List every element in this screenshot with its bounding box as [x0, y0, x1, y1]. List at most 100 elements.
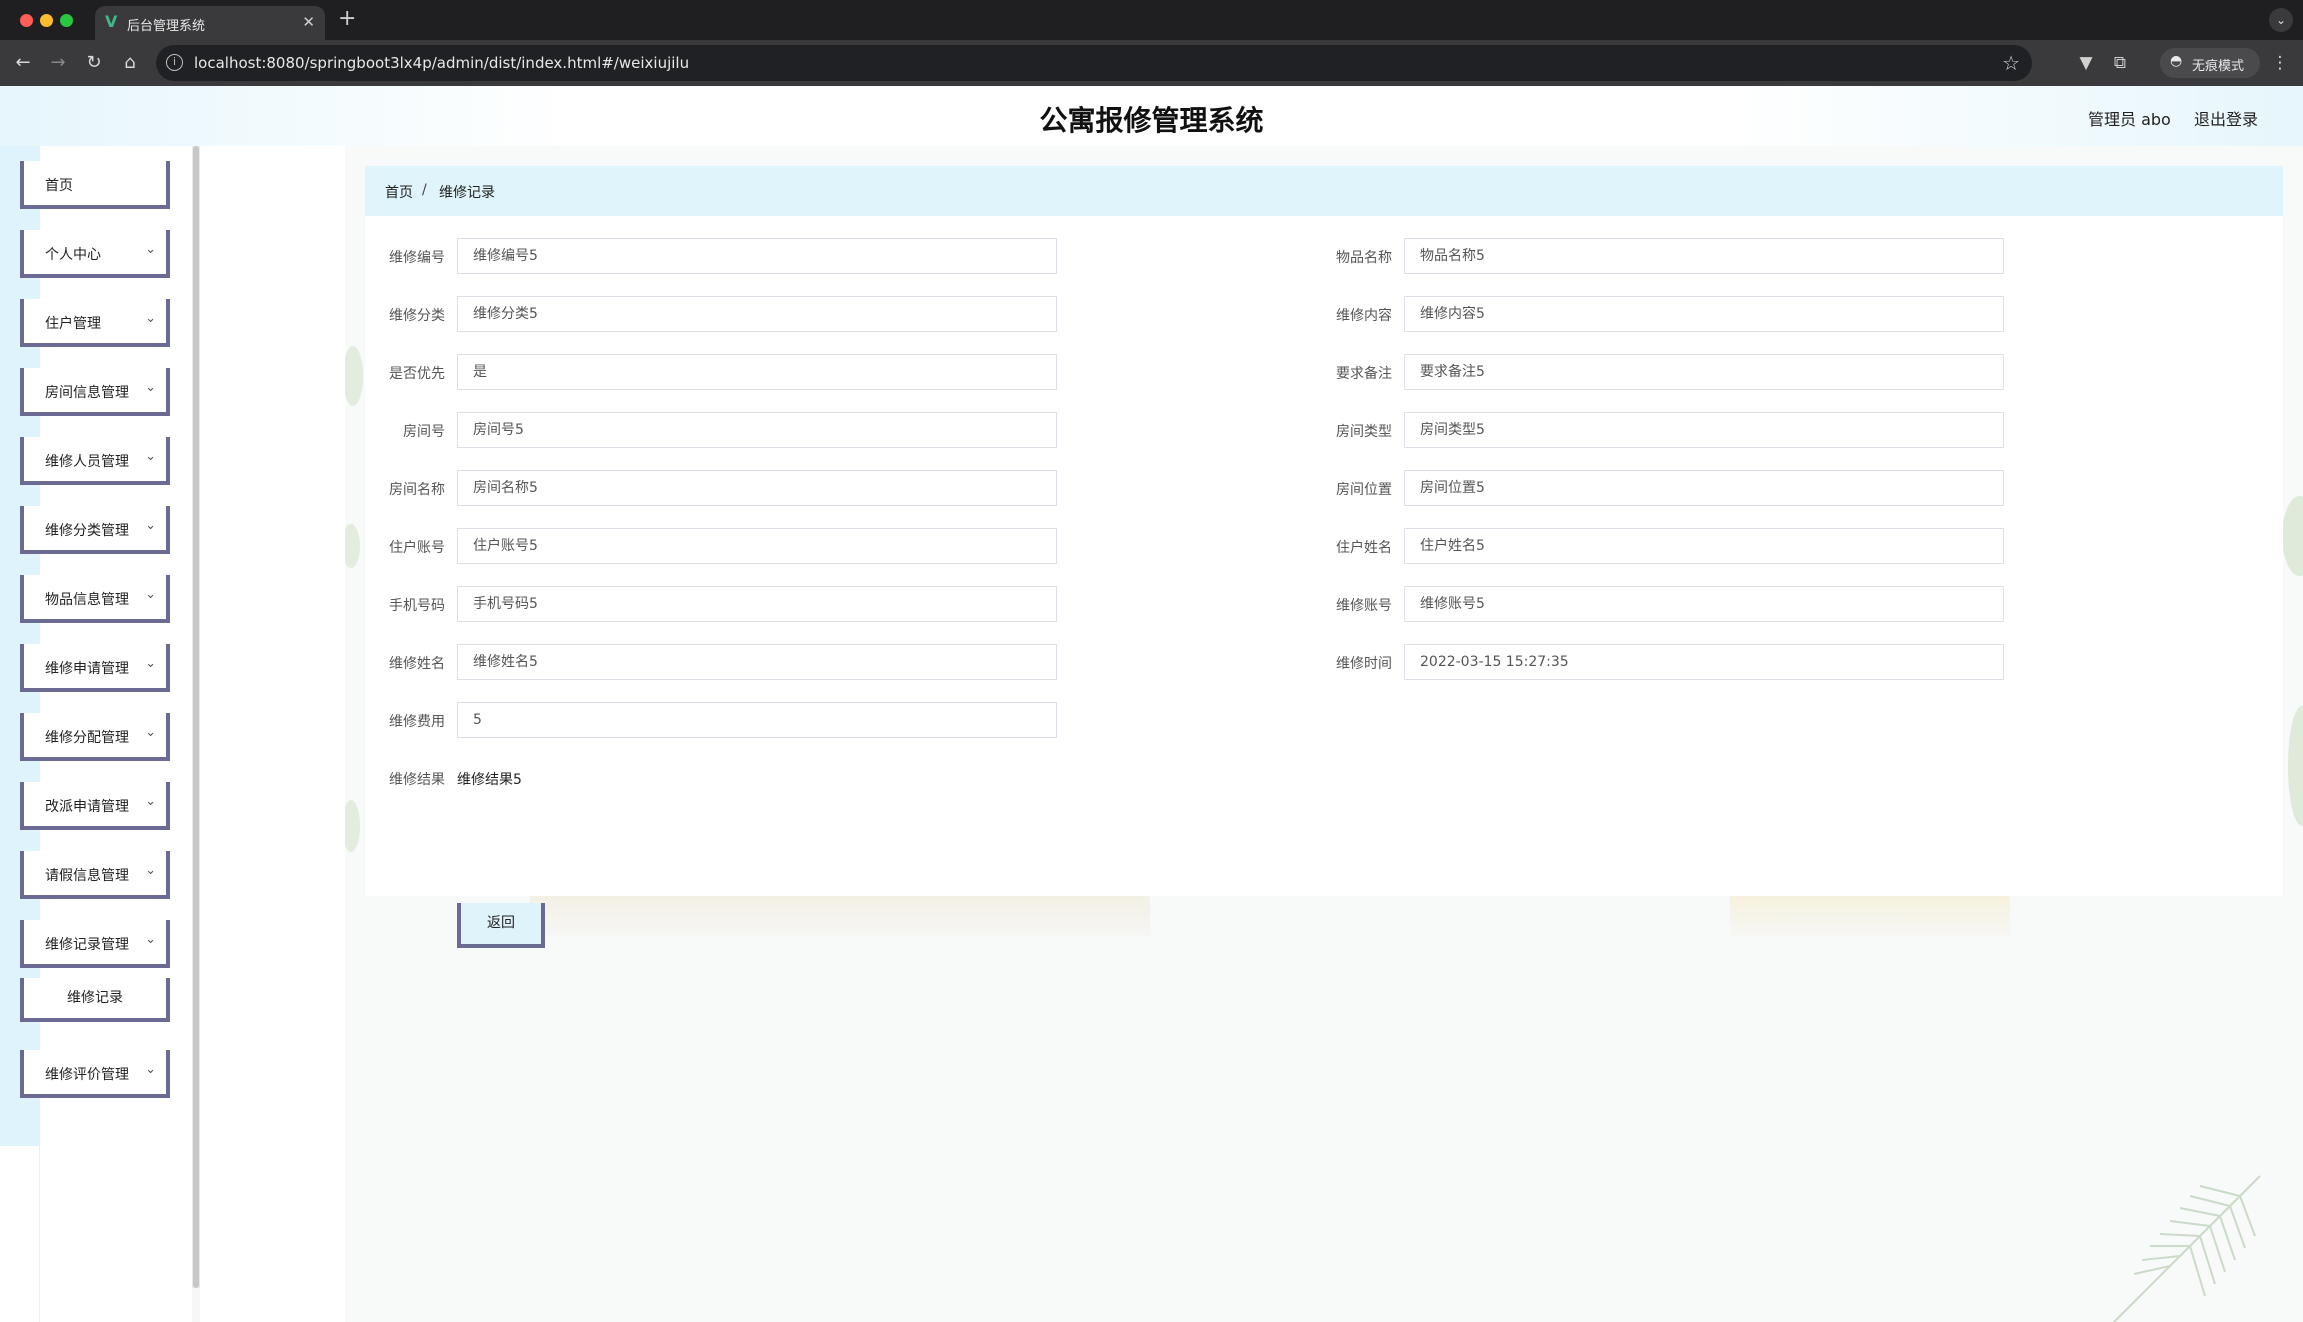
- app-root: 公寓报修管理系统 管理员 abo 退出登录 首页 个人中心 ⌄ 住户管理 ⌄ 房…: [0, 86, 2303, 1322]
- room-name-field[interactable]: 房间名称5: [457, 470, 1057, 506]
- field-label: 维修编号: [389, 250, 445, 266]
- repair-time-field[interactable]: 2022-03-15 15:27:35: [1404, 644, 2004, 680]
- field-label: 房间号: [403, 424, 445, 440]
- field-label: 房间位置: [1336, 482, 1392, 498]
- sidebar-item-repair-records[interactable]: 维修记录管理 ⌄: [20, 920, 170, 968]
- chevron-down-icon: ⌄: [145, 311, 156, 326]
- close-tab-icon[interactable]: ✕: [302, 13, 315, 31]
- repair-number-field[interactable]: 维修编号5: [457, 238, 1057, 274]
- sidebar-item-home[interactable]: 首页: [20, 161, 170, 209]
- current-user: 管理员 abo: [2088, 110, 2171, 129]
- new-tab-icon[interactable]: +: [338, 8, 356, 30]
- sidebar-item-leave[interactable]: 请假信息管理 ⌄: [20, 851, 170, 899]
- minimize-window-button[interactable]: [40, 14, 53, 27]
- resident-name-field[interactable]: 住户姓名5: [1404, 528, 2004, 564]
- repair-result-value: 维修结果5: [457, 772, 522, 788]
- incognito-icon: ◓: [2170, 53, 2183, 69]
- room-type-field[interactable]: 房间类型5: [1404, 412, 2004, 448]
- repair-category-field[interactable]: 维修分类5: [457, 296, 1057, 332]
- reload-icon[interactable]: ↻: [82, 51, 106, 75]
- chevron-down-icon: ⌄: [145, 587, 156, 602]
- field-label: 住户姓名: [1336, 540, 1392, 556]
- sidebar-item-repair-reviews[interactable]: 维修评价管理 ⌄: [20, 1050, 170, 1098]
- close-window-button[interactable]: [20, 14, 33, 27]
- tab-search-icon[interactable]: ⌄: [2269, 8, 2293, 32]
- url-text[interactable]: localhost:8080/springboot3lx4p/admin/dis…: [194, 54, 689, 72]
- sidebar-item-label: 维修分配管理: [45, 730, 129, 746]
- sidebar-item-repair-assignment[interactable]: 维修分配管理 ⌄: [20, 713, 170, 761]
- chevron-down-icon: ⌄: [145, 656, 156, 671]
- room-location-field[interactable]: 房间位置5: [1404, 470, 2004, 506]
- site-info-icon[interactable]: i: [166, 54, 183, 71]
- chevron-down-icon: ⌄: [145, 863, 156, 878]
- back-arrow-icon[interactable]: ←: [11, 51, 35, 75]
- sidebar-item-repair-categories[interactable]: 维修分类管理 ⌄: [20, 506, 170, 554]
- incognito-label: 无痕模式: [2192, 59, 2245, 74]
- sidebar-item-items[interactable]: 物品信息管理 ⌄: [20, 575, 170, 623]
- sidebar-item-label: 维修记录管理: [45, 937, 129, 953]
- home-icon[interactable]: ⌂: [118, 51, 142, 75]
- field-label: 维修账号: [1336, 598, 1392, 614]
- sidebar-item-label: 房间信息管理: [45, 385, 129, 401]
- breadcrumb-home[interactable]: 首页: [385, 182, 413, 202]
- sidebar-scrollbar-thumb[interactable]: [193, 146, 199, 1288]
- forward-arrow-icon[interactable]: →: [46, 51, 70, 75]
- field-label: 房间名称: [389, 482, 445, 498]
- logout-link[interactable]: 退出登录: [2194, 106, 2258, 130]
- chevron-down-icon: ⌄: [145, 932, 156, 947]
- sidebar-item-label: 维修分类管理: [45, 523, 129, 539]
- field-label: 房间类型: [1336, 424, 1392, 440]
- sidebar-footer: [0, 1146, 40, 1322]
- item-name-field[interactable]: 物品名称5: [1404, 238, 2004, 274]
- field-label: 住户账号: [389, 540, 445, 556]
- sidebar-item-residents[interactable]: 住户管理 ⌄: [20, 299, 170, 347]
- chevron-down-icon: ⌄: [145, 449, 156, 464]
- puzzle-icon[interactable]: ⧉: [2108, 51, 2132, 75]
- vue-favicon-icon: V: [105, 12, 118, 31]
- repair-content-field[interactable]: 维修内容5: [1404, 296, 2004, 332]
- sidebar-item-label: 改派申请管理: [45, 799, 129, 815]
- field-label: 维修结果: [389, 772, 445, 788]
- breadcrumb-current: 维修记录: [439, 185, 495, 201]
- app-header: 公寓报修管理系统 管理员 abo 退出登录: [0, 86, 2303, 146]
- maximize-window-button[interactable]: [60, 14, 73, 27]
- sidebar-item-label: 维修评价管理: [45, 1067, 129, 1083]
- repairer-name-field[interactable]: 维修姓名5: [457, 644, 1057, 680]
- repairer-account-field[interactable]: 维修账号5: [1404, 586, 2004, 622]
- vue-devtools-icon[interactable]: ▼: [2074, 51, 2098, 75]
- priority-field[interactable]: 是: [457, 354, 1057, 390]
- remarks-field[interactable]: 要求备注5: [1404, 354, 2004, 390]
- incognito-badge[interactable]: ◓ 无痕模式: [2160, 48, 2260, 78]
- sidebar-item-rooms[interactable]: 房间信息管理 ⌄: [20, 368, 170, 416]
- repair-cost-field[interactable]: 5: [457, 702, 1057, 738]
- chevron-down-icon: ⌄: [145, 1062, 156, 1077]
- address-bar[interactable]: i localhost:8080/springboot3lx4p/admin/d…: [156, 45, 2032, 81]
- chevron-down-icon: ⌄: [145, 725, 156, 740]
- room-number-field[interactable]: 房间号5: [457, 412, 1057, 448]
- sidebar-item-label: 物品信息管理: [45, 592, 129, 608]
- sidebar-subitem-repair-record[interactable]: 维修记录: [20, 978, 170, 1022]
- sidebar-gutter: [200, 146, 345, 1322]
- back-button[interactable]: 返回: [457, 903, 545, 948]
- phone-field[interactable]: 手机号码5: [457, 586, 1057, 622]
- browser-toolbar: ← → ↻ ⌂ i localhost:8080/springboot3lx4p…: [0, 40, 2303, 86]
- tab-strip: V 后台管理系统 ✕ + ⌄: [0, 0, 2303, 40]
- chevron-down-icon: ⌄: [145, 380, 156, 395]
- kebab-menu-icon[interactable]: ⋮: [2268, 51, 2292, 75]
- chevron-down-icon: ⌄: [145, 794, 156, 809]
- sidebar-item-repair-requests[interactable]: 维修申请管理 ⌄: [20, 644, 170, 692]
- field-label: 维修时间: [1336, 656, 1392, 672]
- sidebar-item-reassign-requests[interactable]: 改派申请管理 ⌄: [20, 782, 170, 830]
- field-label: 手机号码: [389, 598, 445, 614]
- sidebar-item-label: 住户管理: [45, 316, 101, 332]
- sidebar-item-repair-staff[interactable]: 维修人员管理 ⌄: [20, 437, 170, 485]
- browser-tab-active[interactable]: V 后台管理系统 ✕: [95, 6, 325, 40]
- sidebar-item-label: 维修人员管理: [45, 454, 129, 470]
- field-label: 维修姓名: [389, 656, 445, 672]
- field-label: 维修分类: [389, 308, 445, 324]
- resident-account-field[interactable]: 住户账号5: [457, 528, 1057, 564]
- sidebar-item-label: 个人中心: [45, 247, 101, 263]
- sidebar-item-profile[interactable]: 个人中心 ⌄: [20, 230, 170, 278]
- sidebar-item-label: 维修申请管理: [45, 661, 129, 677]
- star-icon[interactable]: ☆: [2002, 51, 2020, 75]
